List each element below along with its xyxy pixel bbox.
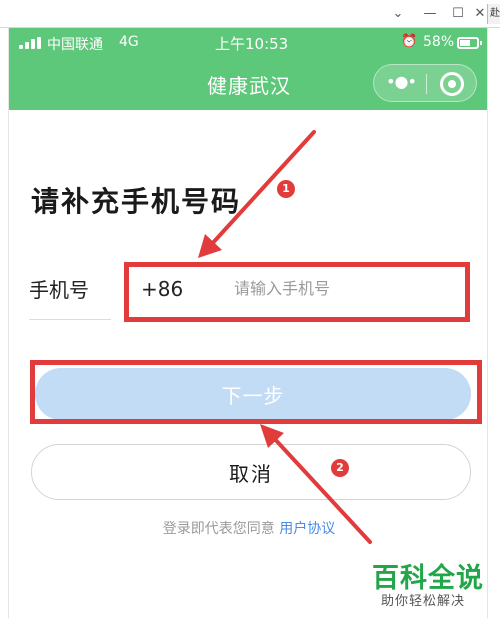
phone-row: 手机号 +86 [29,258,469,320]
signal-icon [19,37,41,49]
alarm-icon: ⏰ [401,34,418,49]
annotation-badge-2: 2 [331,459,349,477]
country-code[interactable]: +86 [141,277,183,301]
watermark-subtitle: 助你轻松解决 [381,594,466,609]
phone-screen: 中国联通 4G 上午10:53 ⏰ 58% 健康武汉 •●• 请补充手机号码 手… [8,28,488,618]
phone-label: 手机号 [29,278,89,302]
agreement-text: 登录即代表您同意 [162,521,275,537]
page-title: 请补充手机号码 [31,185,242,218]
status-bar: 中国联通 4G 上午10:53 ⏰ 58% [9,28,487,58]
minimize-icon[interactable]: — [420,4,440,24]
clock: 上午10:53 [215,35,289,53]
label-underline [29,319,111,320]
annotation-badge-1: 1 [277,180,295,198]
user-agreement-link[interactable]: 用户协议 [279,521,335,537]
maximize-icon[interactable]: ☐ [448,4,468,24]
battery-icon [457,37,482,49]
battery-percent: 58% [423,34,455,50]
side-window-chip: 赴 [487,4,500,24]
capsule-divider [426,74,427,94]
nav-bar: 健康武汉 •●• [9,58,487,110]
chevron-down-icon[interactable]: ⌄ [388,4,408,24]
network-type: 4G [119,34,139,50]
cancel-button[interactable]: 取消 [31,444,471,500]
window-title-bar: ⌄ — ☐ ✕ 赴 [0,0,500,28]
carrier-name: 中国联通 [47,37,103,53]
more-dots-icon[interactable]: •●• [386,71,417,97]
target-close-icon[interactable] [440,72,464,96]
next-step-button[interactable]: 下一步 [35,368,471,420]
agreement-notice: 登录即代表您同意 用户协议 [9,518,487,538]
capsule-menu: •●• [373,64,477,102]
phone-input[interactable] [234,270,454,306]
